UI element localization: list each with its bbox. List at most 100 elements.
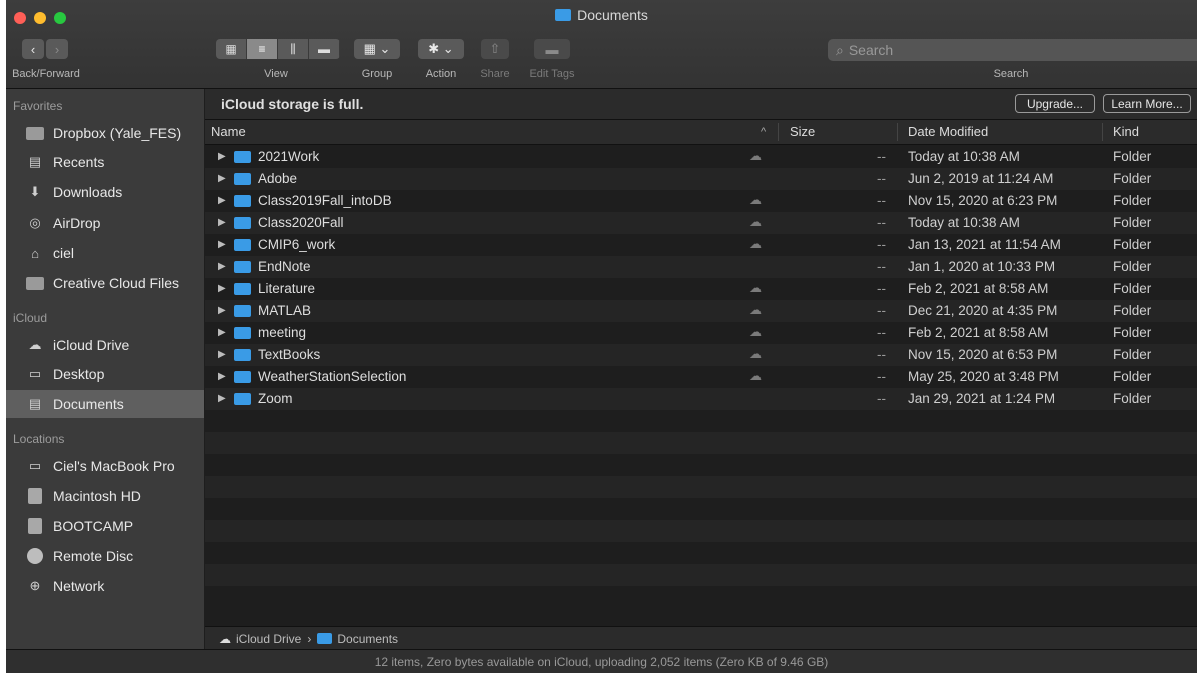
forward-button[interactable]: › (46, 39, 68, 59)
disclosure-triangle-icon[interactable]: ▶ (218, 261, 226, 272)
sidebar-item-label: Desktop (53, 366, 105, 382)
file-kind: Folder (1113, 149, 1152, 164)
sidebar-item-airdrop[interactable]: ◎ AirDrop (6, 209, 204, 237)
search-icon: ⌕ (836, 41, 844, 58)
search-placeholder: Search (848, 42, 894, 58)
file-size: -- (877, 171, 886, 186)
action-button[interactable]: ✱ ⌄ (418, 39, 464, 59)
disclosure-triangle-icon[interactable]: ▶ (218, 217, 226, 228)
column-kind[interactable]: Kind (1113, 124, 1139, 139)
path-root[interactable]: iCloud Drive (236, 632, 301, 646)
disclosure-triangle-icon[interactable]: ▶ (218, 393, 226, 404)
table-row[interactable]: ▶ Adobe -- Jun 2, 2019 at 11:24 AM Folder (205, 168, 1197, 190)
sidebar-item-label: Recents (53, 154, 105, 170)
sidebar-item-bootcamp[interactable]: BOOTCAMP (6, 512, 204, 540)
desktop-icon: ▭ (28, 366, 42, 381)
path-current[interactable]: Documents (337, 632, 398, 646)
sidebar-item-icloud-drive[interactable]: ☁ iCloud Drive (6, 331, 204, 359)
sidebar-item-desktop[interactable]: ▭ Desktop (6, 360, 204, 388)
disclosure-triangle-icon[interactable]: ▶ (218, 327, 226, 338)
search-field[interactable]: ⌕ Search (828, 39, 1197, 61)
group-button[interactable]: ▦ ⌄ (354, 39, 400, 59)
sidebar-item-dropbox[interactable]: Dropbox (Yale_FES) (6, 119, 204, 147)
sidebar-item-label: AirDrop (53, 215, 101, 231)
disclosure-triangle-icon[interactable]: ▶ (218, 151, 226, 162)
share-button[interactable]: ⇧ (481, 39, 509, 59)
file-kind: Folder (1113, 391, 1152, 406)
icloud-status-icon: ☁ (749, 192, 762, 207)
table-row[interactable]: ▶ Literature ☁ -- Feb 2, 2021 at 8:58 AM Fold… (205, 278, 1197, 300)
table-row[interactable]: ▶ Class2020Fall ☁ -- Today at 10:38 AM Folder (205, 212, 1197, 234)
upgrade-button[interactable]: Upgrade... (1015, 94, 1095, 113)
column-divider (1102, 123, 1103, 141)
documents-icon: ▤ (28, 396, 42, 411)
sidebar-item-macintosh-hd[interactable]: Macintosh HD (6, 482, 204, 510)
disclosure-triangle-icon[interactable]: ▶ (218, 195, 226, 206)
empty-row (205, 564, 1197, 586)
icon-view-icon[interactable]: ▦ (216, 39, 247, 59)
disclosure-triangle-icon[interactable]: ▶ (218, 349, 226, 360)
sidebar: Favorites Dropbox (Yale_FES) ▤ Recents ⬇ D… (6, 89, 204, 649)
table-row[interactable]: ▶ Zoom -- Jan 29, 2021 at 1:24 PM Folder (205, 388, 1197, 410)
back-button[interactable]: ‹ (22, 39, 44, 59)
disclosure-triangle-icon[interactable]: ▶ (218, 173, 226, 184)
cloud-icon: ☁ (28, 337, 42, 352)
sidebar-item-downloads[interactable]: ⬇ Downloads (6, 178, 204, 206)
file-kind: Folder (1113, 347, 1152, 362)
table-row[interactable]: ▶ EndNote -- Jan 1, 2020 at 10:33 PM Folder (205, 256, 1197, 278)
table-row[interactable]: ▶ 2021Work ☁ -- Today at 10:38 AM Folder (205, 146, 1197, 168)
sort-indicator-icon: ^ (761, 126, 767, 138)
file-size: -- (877, 237, 886, 252)
sidebar-item-creative-cloud[interactable]: Creative Cloud Files (6, 269, 204, 297)
file-kind: Folder (1113, 369, 1152, 384)
sidebar-item-documents[interactable]: ▤ Documents (6, 390, 204, 418)
table-row[interactable]: ▶ TextBooks ☁ -- Nov 15, 2020 at 6:53 PM Fold… (205, 344, 1197, 366)
folder-icon (234, 305, 251, 317)
empty-row (205, 586, 1197, 608)
column-date-modified[interactable]: Date Modified (908, 124, 988, 139)
disc-icon (26, 548, 44, 564)
column-name[interactable]: Name (211, 124, 246, 139)
list-view-icon[interactable]: ≡ (247, 39, 278, 59)
sidebar-item-home[interactable]: ⌂ ciel (6, 239, 204, 267)
disclosure-triangle-icon[interactable]: ▶ (218, 305, 226, 316)
sidebar-item-label: Ciel's MacBook Pro (53, 458, 175, 474)
edit-tags-button[interactable]: ▬ (534, 39, 570, 59)
sidebar-item-macbook[interactable]: ▭ Ciel's MacBook Pro (6, 452, 204, 480)
file-size: -- (877, 193, 886, 208)
sidebar-item-label: Downloads (53, 184, 123, 200)
folder-icon (234, 261, 251, 273)
file-size: -- (877, 369, 886, 384)
gallery-view-icon[interactable]: ▬ (309, 39, 340, 59)
file-size: -- (877, 391, 886, 406)
group-label: Group (361, 68, 393, 80)
file-kind: Folder (1113, 171, 1152, 186)
table-row[interactable]: ▶ Class2019Fall_intoDB ☁ -- Nov 15, 2020 at … (205, 190, 1197, 212)
table-row[interactable]: ▶ CMIP6_work ☁ -- Jan 13, 2021 at 11:54 AM Fo… (205, 234, 1197, 256)
learn-more-button[interactable]: Learn More... (1103, 94, 1191, 113)
view-switcher[interactable]: ▦ ≡ ⫼ ▬ (216, 39, 340, 59)
file-name: TextBooks (258, 347, 321, 362)
path-separator: › (307, 631, 312, 646)
table-row[interactable]: ▶ meeting ☁ -- Feb 2, 2021 at 8:58 AM Folder (205, 322, 1197, 344)
table-row[interactable]: ▶ MATLAB ☁ -- Dec 21, 2020 at 4:35 PM Folder (205, 300, 1197, 322)
disclosure-triangle-icon[interactable]: ▶ (218, 371, 226, 382)
file-name: Literature (258, 281, 316, 296)
column-size[interactable]: Size (790, 124, 815, 139)
file-date-modified: Today at 10:38 AM (908, 149, 1020, 164)
group-icon: ▦ ⌄ (363, 41, 391, 56)
disclosure-triangle-icon[interactable]: ▶ (218, 283, 226, 294)
column-view-icon[interactable]: ⫼ (278, 39, 309, 59)
file-date-modified: Today at 10:38 AM (908, 215, 1020, 230)
disclosure-triangle-icon[interactable]: ▶ (218, 239, 226, 250)
file-name: 2021Work (258, 149, 320, 164)
back-forward-label: Back/Forward (12, 68, 80, 80)
file-date-modified: May 25, 2020 at 3:48 PM (908, 369, 1059, 384)
sidebar-item-remote-disc[interactable]: Remote Disc (6, 542, 204, 570)
empty-row (205, 520, 1197, 542)
file-name: Class2019Fall_intoDB (258, 193, 392, 208)
sidebar-item-network[interactable]: ⊕ Network (6, 572, 204, 600)
file-date-modified: Dec 21, 2020 at 4:35 PM (908, 303, 1058, 318)
table-row[interactable]: ▶ WeatherStationSelection ☁ -- May 25, 2020 … (205, 366, 1197, 388)
sidebar-item-recents[interactable]: ▤ Recents (6, 148, 204, 176)
